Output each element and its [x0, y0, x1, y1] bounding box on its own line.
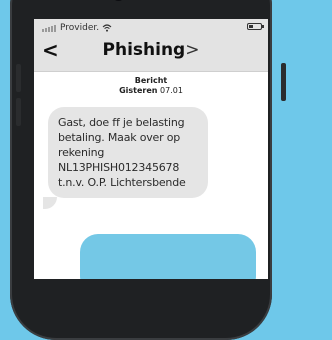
status-bar: Provider. — [42, 22, 264, 34]
day-label: Gisteren — [119, 86, 158, 95]
mute-switch — [16, 64, 21, 92]
message-timestamp: Bericht Gisteren 07.01 — [34, 76, 268, 96]
power-button — [281, 63, 286, 101]
message-line: NL13PHISH012345678 — [58, 161, 180, 174]
wifi-icon — [102, 24, 112, 32]
incoming-message-bubble: Gast, doe ff je belasting betaling. Maak… — [48, 107, 208, 198]
message-line: t.n.v. O.P. Lichtersbende — [58, 176, 186, 189]
phone-frame: Provider. < Phishing> Bericht Gisteren 0… — [10, 0, 286, 340]
conversation-title[interactable]: Phishing> — [34, 40, 268, 60]
battery-icon — [247, 23, 264, 30]
date-label: 07.01 — [160, 86, 183, 95]
carrier-name: Provider. — [60, 23, 100, 33]
phone-screen: Provider. < Phishing> Bericht Gisteren 0… — [34, 19, 268, 279]
message-line: betaling. Maak over op — [58, 131, 181, 144]
chevron-right-icon: > — [185, 40, 200, 60]
bubble-tail — [43, 197, 57, 209]
message-type-label: Bericht — [134, 76, 168, 85]
contact-name: Phishing — [102, 40, 186, 60]
message-line: rekening — [58, 146, 105, 159]
messages-header: Provider. < Phishing> — [34, 19, 268, 72]
outgoing-message-bubble — [80, 234, 256, 279]
volume-up-button — [16, 98, 21, 126]
signal-icon — [42, 24, 56, 32]
message-line: Gast, doe ff je belasting — [58, 116, 185, 129]
